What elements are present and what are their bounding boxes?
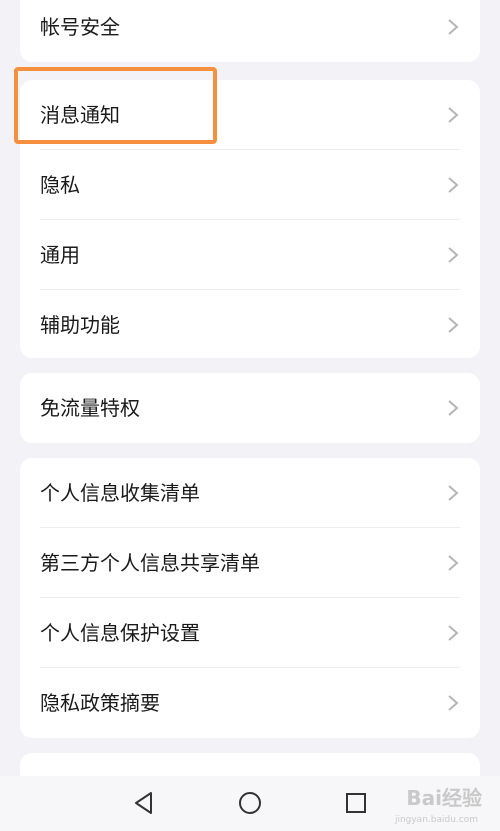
chevron-right-icon [448,625,459,641]
system-nav-bar: Bai经验 jingyan.baidu.com [0,776,500,831]
settings-group-data: 免流量特权 [20,373,480,443]
triangle-back-icon[interactable] [129,788,159,818]
chevron-right-icon [448,485,459,501]
settings-item-label: 隐私 [40,173,80,197]
settings-item-privacy-summary[interactable]: 隐私政策摘要 [20,668,480,738]
chevron-right-icon [448,107,459,123]
settings-group-personal-info: 个人信息收集清单 第三方个人信息共享清单 个人信息保护设置 隐私政策摘要 [20,458,480,738]
settings-item-label: 辅助功能 [40,313,120,337]
settings-item-label: 帐号安全 [40,15,120,39]
chevron-right-icon [448,555,459,571]
chevron-right-icon [448,317,459,333]
settings-item-account-security[interactable]: 帐号安全 [20,0,480,62]
square-recent-icon[interactable] [341,788,371,818]
settings-item-accessibility[interactable]: 辅助功能 [20,290,480,360]
chevron-right-icon [448,19,459,35]
settings-item-label: 隐私政策摘要 [40,691,160,715]
chevron-right-icon [448,247,459,263]
circle-home-icon[interactable] [235,788,265,818]
settings-item-label: 个人信息保护设置 [40,621,200,645]
watermark-url: jingyan.baidu.com [394,815,478,825]
settings-item-free-data[interactable]: 免流量特权 [20,373,480,443]
settings-item-third-party-sharing[interactable]: 第三方个人信息共享清单 [20,528,480,598]
settings-group-account: 帐号安全 [20,0,480,62]
watermark-logo: Bai经验 [406,786,482,810]
chevron-right-icon [448,695,459,711]
settings-item-privacy[interactable]: 隐私 [20,150,480,220]
chevron-right-icon [448,177,459,193]
highlight-box [14,67,217,144]
settings-item-label: 第三方个人信息共享清单 [40,551,260,575]
settings-item-info-collection[interactable]: 个人信息收集清单 [20,458,480,528]
chevron-right-icon [448,400,459,416]
settings-item-label: 通用 [40,243,80,267]
settings-item-info-protection[interactable]: 个人信息保护设置 [20,598,480,668]
settings-item-general[interactable]: 通用 [20,220,480,290]
settings-item-label: 免流量特权 [40,396,140,420]
settings-item-label: 个人信息收集清单 [40,481,200,505]
